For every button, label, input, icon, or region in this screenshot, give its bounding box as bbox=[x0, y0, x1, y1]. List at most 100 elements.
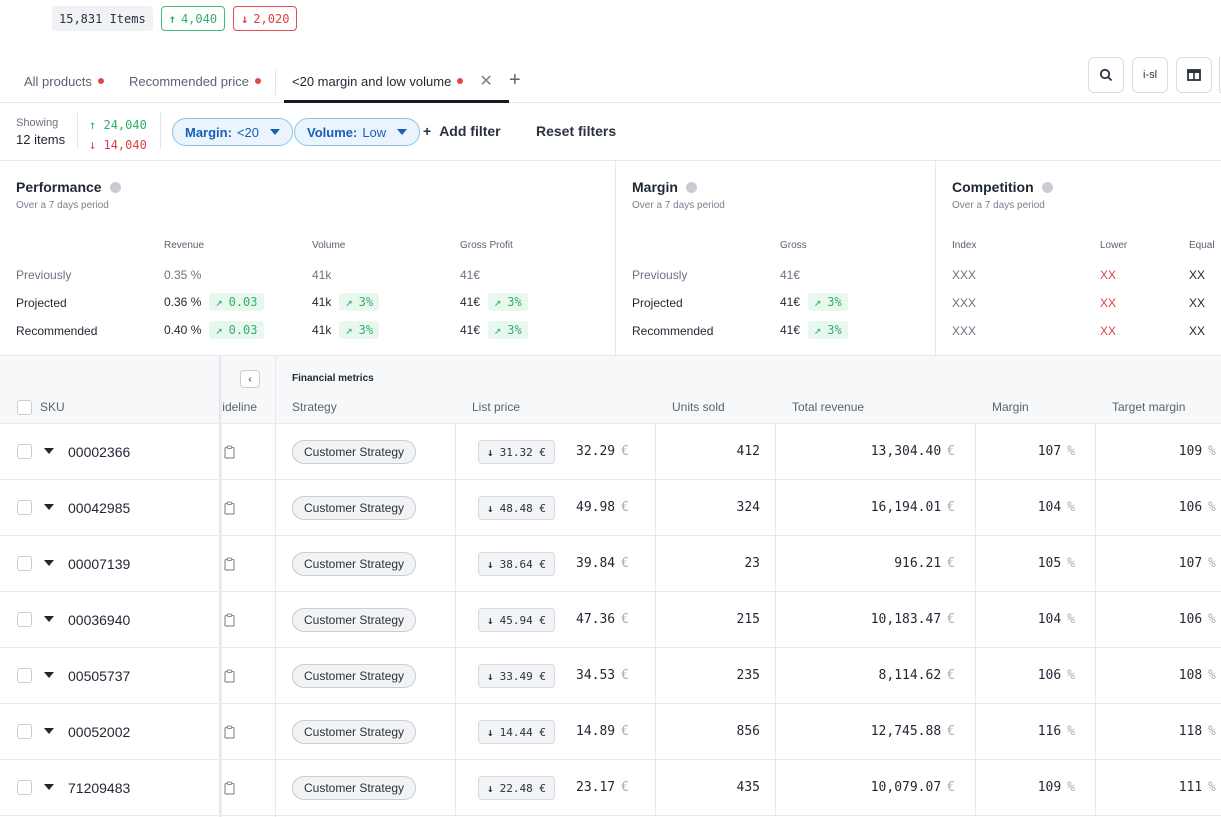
table-row[interactable]: 71209483 Customer Strategy ↓ 22.48 € 23.17 € 4… bbox=[0, 760, 1221, 816]
columns-icon bbox=[1187, 69, 1201, 81]
add-tab-button[interactable]: + bbox=[509, 69, 521, 92]
decrease-count-badge: ↓ 2,020 bbox=[233, 6, 298, 31]
column-header-target-margin[interactable]: Target margin bbox=[1112, 400, 1185, 414]
filter-pill-volume[interactable]: Volume: Low bbox=[294, 118, 421, 146]
close-tab-icon[interactable]: ✕ bbox=[479, 71, 492, 91]
row-checkbox[interactable] bbox=[17, 668, 32, 683]
recommended-price-chip[interactable]: ↓ 33.49 € bbox=[478, 664, 555, 688]
clipboard-icon[interactable] bbox=[224, 704, 238, 759]
tab-low-margin-low-volume[interactable]: <20 margin and low volume ✕ bbox=[284, 60, 509, 103]
expand-row-icon[interactable] bbox=[44, 448, 54, 454]
table-row[interactable]: 00007139 Customer Strategy ↓ 38.64 € 39.84 € 2… bbox=[0, 536, 1221, 592]
reset-filters-button[interactable]: Reset filters bbox=[536, 123, 616, 139]
recommended-price-chip[interactable]: ↓ 31.32 € bbox=[478, 440, 555, 464]
row-label: Projected bbox=[16, 296, 67, 310]
search-button[interactable] bbox=[1088, 57, 1124, 93]
arrow-down-icon: ↓ bbox=[487, 725, 494, 739]
table-row[interactable]: 00505737 Customer Strategy ↓ 33.49 € 34.53 € 2… bbox=[0, 648, 1221, 704]
panel-title: Performance bbox=[16, 179, 121, 195]
column-header: Volume bbox=[312, 240, 346, 251]
clipboard-icon[interactable] bbox=[224, 760, 238, 815]
sku-cell: 71209483 bbox=[68, 779, 131, 796]
target-margin-value: 118% bbox=[1178, 724, 1216, 739]
clipboard-icon[interactable] bbox=[224, 648, 238, 703]
expand-row-icon[interactable] bbox=[44, 616, 54, 622]
expand-row-icon[interactable] bbox=[44, 728, 54, 734]
row-checkbox[interactable] bbox=[17, 444, 32, 459]
columns-button[interactable] bbox=[1176, 57, 1212, 93]
info-icon[interactable] bbox=[685, 181, 697, 193]
column-header-units-sold[interactable]: Units sold bbox=[672, 400, 725, 414]
collapse-columns-button[interactable]: ‹ bbox=[240, 370, 260, 388]
clipboard-icon[interactable] bbox=[224, 480, 238, 535]
row-checkbox[interactable] bbox=[17, 500, 32, 515]
row-checkbox[interactable] bbox=[17, 612, 32, 627]
strategy-tag[interactable]: Customer Strategy bbox=[292, 552, 417, 576]
panel-title: Margin bbox=[632, 179, 697, 195]
expand-row-icon[interactable] bbox=[44, 784, 54, 790]
chevron-down-icon bbox=[270, 129, 281, 135]
trend-up-icon: ↗ bbox=[494, 323, 502, 337]
column-header-strategy[interactable]: Strategy bbox=[292, 400, 337, 414]
recommended-price-chip[interactable]: ↓ 48.48 € bbox=[478, 496, 555, 520]
recommended-price-chip[interactable]: ↓ 45.94 € bbox=[478, 608, 555, 632]
column-header-guideline[interactable]: ideline bbox=[219, 400, 257, 414]
clipboard-icon[interactable] bbox=[224, 592, 238, 647]
row-label: Previously bbox=[632, 268, 688, 282]
table-row[interactable]: 00002366 Customer Strategy ↓ 31.32 € 32.29 € 4… bbox=[0, 424, 1221, 480]
row-checkbox[interactable] bbox=[17, 556, 32, 571]
tab-recommended-price[interactable]: Recommended price bbox=[129, 60, 261, 102]
filter-pill-margin[interactable]: Margin: <20 bbox=[172, 118, 294, 146]
arrow-down-icon: ↓ bbox=[487, 445, 494, 459]
margin-value: 107% bbox=[1037, 444, 1075, 459]
table-row[interactable]: 00036940 Customer Strategy ↓ 45.94 € 47.36 € 2… bbox=[0, 592, 1221, 648]
metric-value: 41€ bbox=[780, 268, 801, 282]
strategy-tag[interactable]: Customer Strategy bbox=[292, 496, 417, 520]
strategy-tag[interactable]: Customer Strategy bbox=[292, 664, 417, 688]
tab-all-products[interactable]: All products bbox=[24, 60, 104, 102]
strategy-tag[interactable]: Customer Strategy bbox=[292, 776, 417, 800]
info-icon[interactable] bbox=[1041, 181, 1053, 193]
column-header-total-revenue[interactable]: Total revenue bbox=[792, 400, 864, 414]
clipboard-icon[interactable] bbox=[224, 424, 238, 479]
strategy-tag[interactable]: Customer Strategy bbox=[292, 720, 417, 744]
metric-value: 41€ ↗ 3% bbox=[460, 321, 528, 339]
table-row[interactable]: 00042985 Customer Strategy ↓ 48.48 € 49.98 € 3… bbox=[0, 480, 1221, 536]
recommended-price-chip[interactable]: ↓ 14.44 € bbox=[478, 720, 555, 744]
column-group-label: Financial metrics bbox=[292, 373, 374, 384]
units-sold-value: 324 bbox=[736, 500, 760, 515]
toolbar-button[interactable]: i-sl bbox=[1132, 57, 1168, 93]
recommended-price-chip[interactable]: ↓ 38.64 € bbox=[478, 552, 555, 576]
competition-lower: XX bbox=[1100, 324, 1117, 338]
row-label: Recommended bbox=[632, 324, 714, 338]
table-row[interactable]: 00052002 Customer Strategy ↓ 14.44 € 14.89 € 8… bbox=[0, 704, 1221, 760]
divider bbox=[77, 113, 78, 149]
recommended-price-chip[interactable]: ↓ 22.48 € bbox=[478, 776, 555, 800]
gain-badge: ↗ 3% bbox=[339, 321, 380, 339]
column-header-sku[interactable]: SKU bbox=[40, 400, 65, 414]
strategy-tag[interactable]: Customer Strategy bbox=[292, 608, 417, 632]
select-all-checkbox[interactable] bbox=[17, 400, 32, 415]
gain-badge: ↗ 3% bbox=[488, 321, 528, 339]
sku-cell: 00052002 bbox=[68, 723, 131, 740]
expand-row-icon[interactable] bbox=[44, 560, 54, 566]
row-checkbox[interactable] bbox=[17, 724, 32, 739]
info-icon[interactable] bbox=[109, 181, 121, 193]
unsaved-dot-icon bbox=[457, 78, 464, 84]
target-margin-value: 111% bbox=[1178, 780, 1216, 795]
clipboard-icon[interactable] bbox=[224, 536, 238, 591]
sku-cell: 00036940 bbox=[68, 611, 131, 628]
metric-value: 0.40 % ↗ 0.03 bbox=[164, 321, 264, 339]
add-filter-button[interactable]: + Add filter bbox=[423, 123, 501, 139]
search-icon bbox=[1099, 68, 1113, 82]
expand-row-icon[interactable] bbox=[44, 672, 54, 678]
arrow-down-icon: ↓ bbox=[241, 11, 249, 26]
column-header-margin[interactable]: Margin bbox=[992, 400, 1029, 414]
metric-value: 41€ bbox=[460, 268, 481, 282]
row-checkbox[interactable] bbox=[17, 780, 32, 795]
column-header-list-price[interactable]: List price bbox=[472, 400, 520, 414]
expand-row-icon[interactable] bbox=[44, 504, 54, 510]
strategy-tag[interactable]: Customer Strategy bbox=[292, 440, 417, 464]
competition-equal: XX bbox=[1189, 296, 1206, 310]
total-revenue-value: 12,745.88 € bbox=[870, 724, 955, 739]
